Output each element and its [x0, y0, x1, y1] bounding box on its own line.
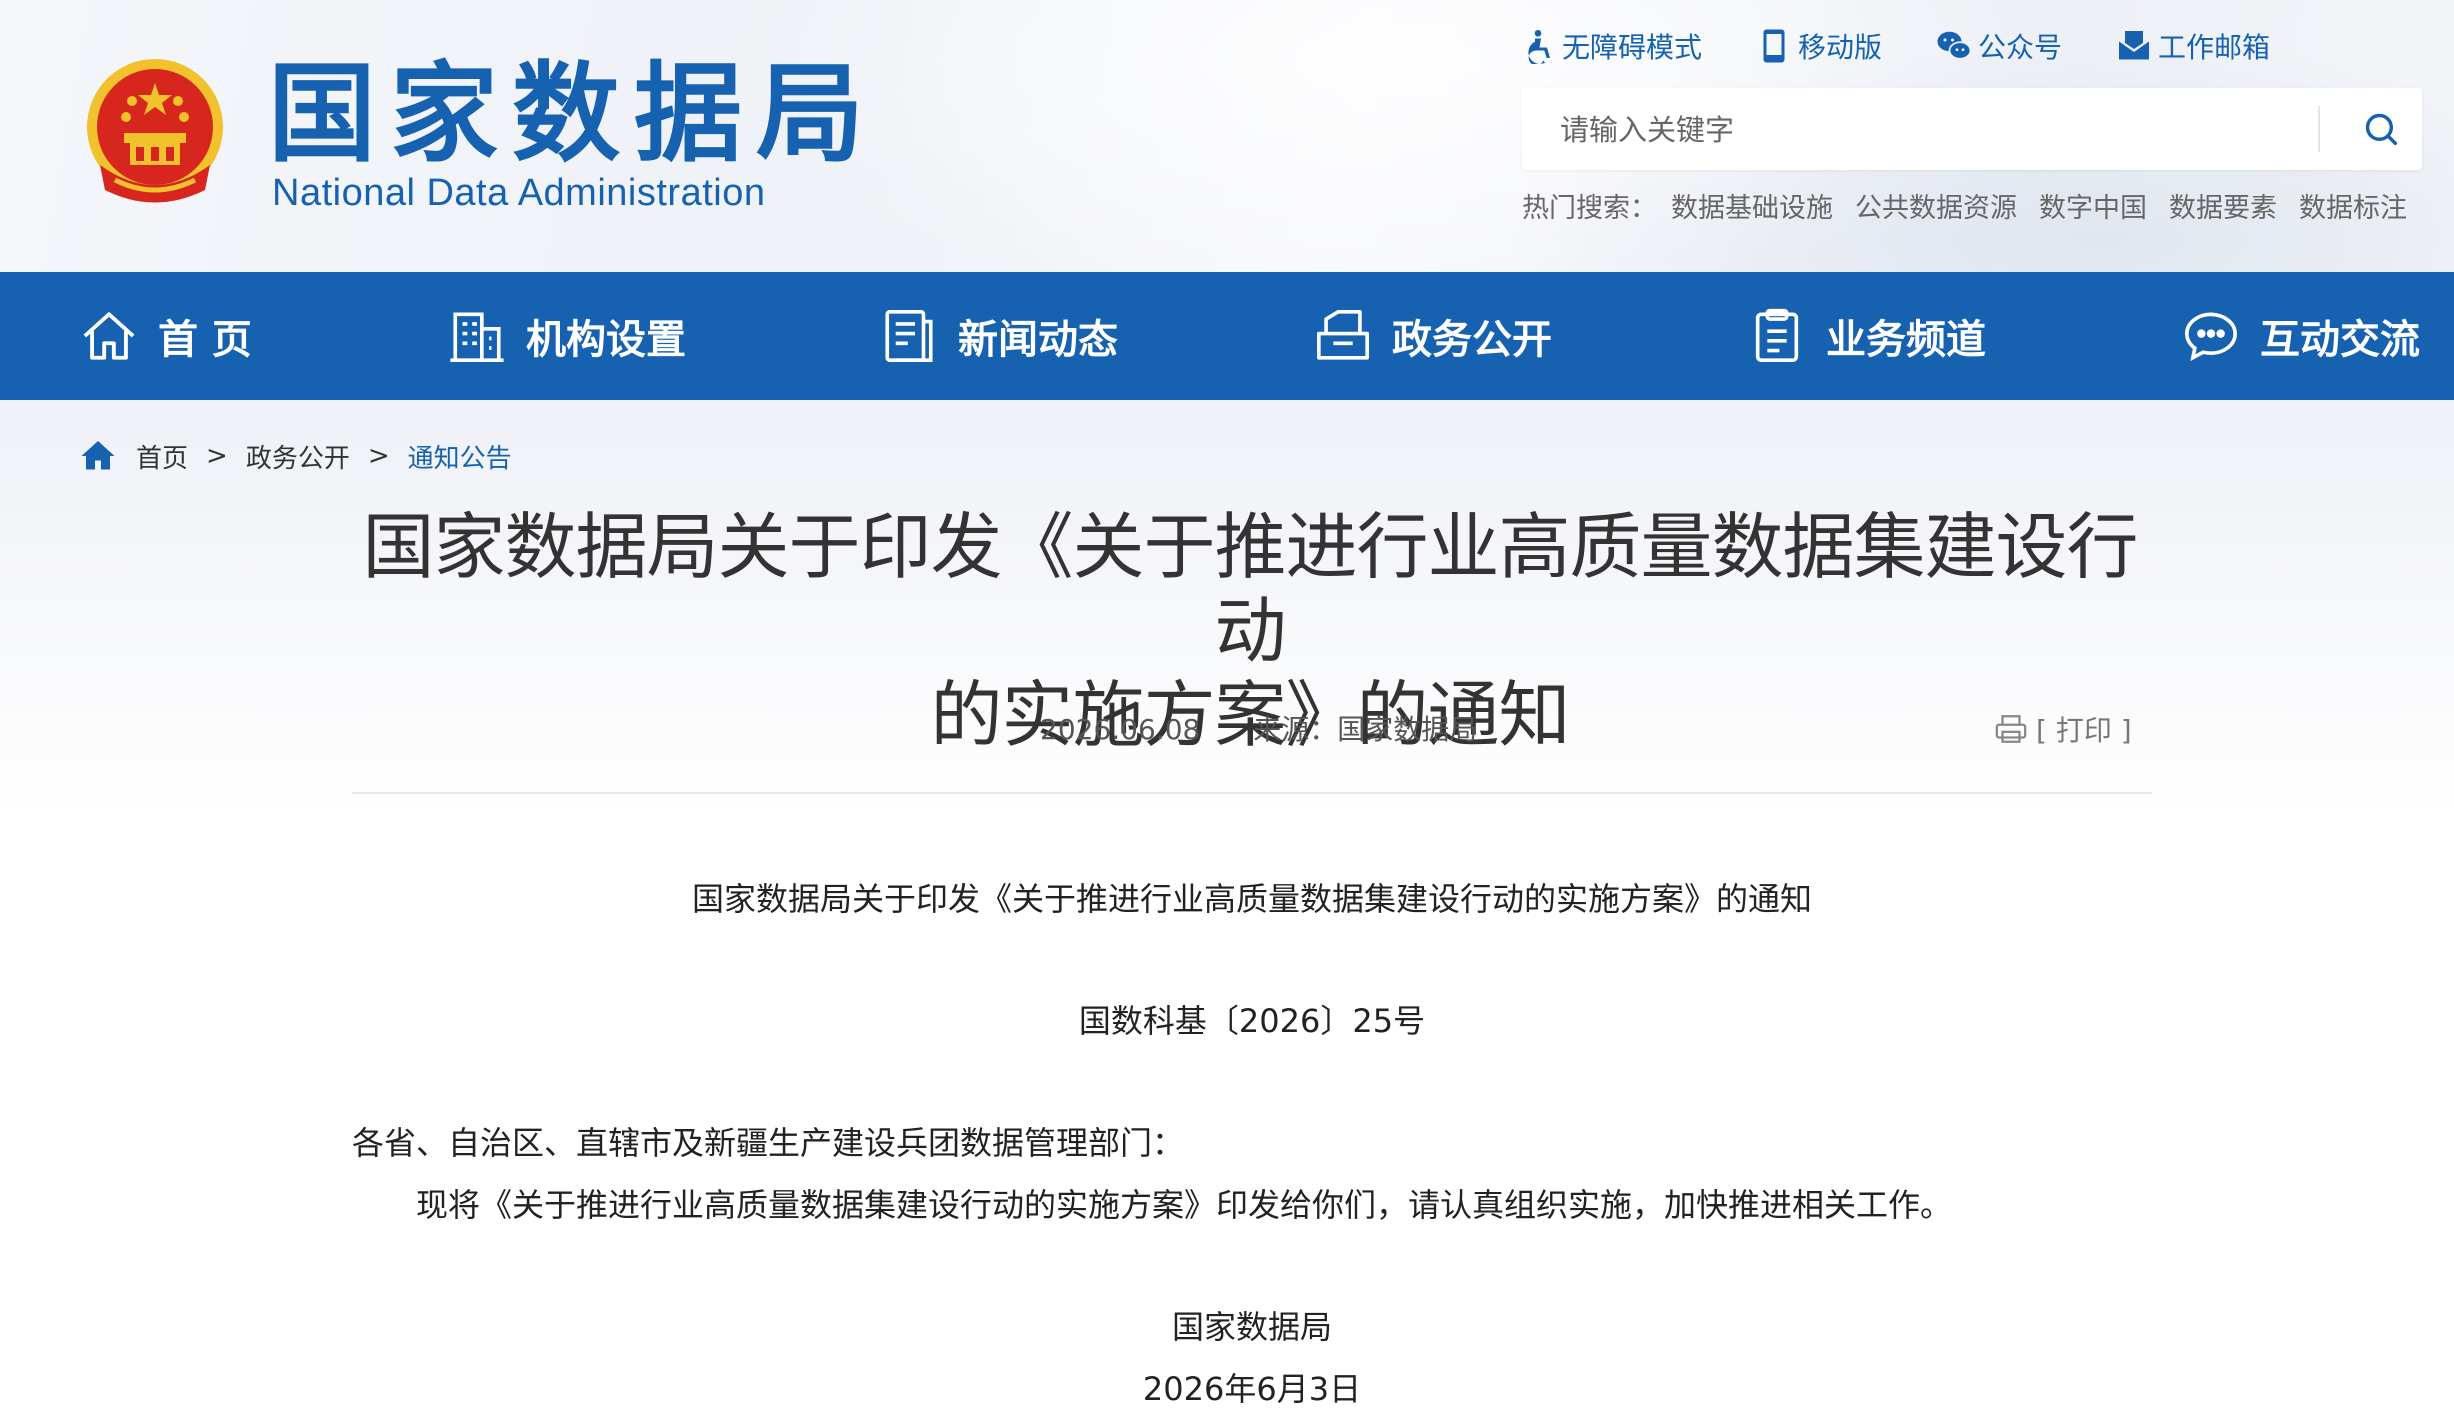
hot-keyword[interactable]: 数据要素 [2169, 186, 2277, 225]
article-meta: 2026.06.08 来源：国家数据局 [1040, 708, 1521, 748]
hot-search: 热门搜索： 数据基础设施 公共数据资源 数字中国 数据要素 数据标注 [1522, 186, 2407, 225]
mobile-version-link[interactable]: 移动版 [1756, 26, 1882, 66]
mobile-icon [1763, 29, 1785, 63]
nav-item-interaction[interactable]: 互动交流 [2182, 272, 2420, 400]
main-nav: 首 页 机构设置 新闻动态 政务公开 业务频道 互动交流 [0, 272, 2454, 400]
nav-item-organization[interactable]: 机构设置 [448, 272, 686, 400]
top-links: 无障碍模式 移动版 公众号 工作邮箱 [1520, 22, 2270, 70]
top-link-label: 公众号 [1978, 31, 2063, 64]
top-link-label: 移动版 [1798, 31, 1883, 64]
breadcrumb-separator: > [367, 441, 390, 471]
chat-icon [2185, 312, 2237, 362]
home-icon [83, 312, 135, 360]
site-logo-chinese[interactable]: 国家数据局 [268, 55, 878, 175]
breadcrumb-separator: > [206, 441, 228, 471]
breadcrumb: 首页 > 政务公开 > 通知公告 [80, 434, 512, 478]
nav-label: 新闻动态 [958, 317, 1118, 363]
nav-label: 首 页 [158, 317, 252, 363]
news-icon [885, 310, 933, 362]
hot-search-label: 热门搜索： [1522, 193, 1657, 224]
document-subtitle: 国家数据局关于印发《关于推进行业高质量数据集建设行动的实施方案》的通知 [691, 880, 1812, 918]
document-addressee: 各省、自治区、直辖市及新疆生产建设兵团数据管理部门： [352, 1124, 1185, 1162]
breadcrumb-open-affairs[interactable]: 政务公开 [246, 438, 350, 475]
breadcrumb-home[interactable]: 首页 [136, 438, 188, 475]
hot-keyword[interactable]: 数字中国 [2039, 186, 2147, 225]
document-sign-date: 2026年6月3日 [1142, 1370, 1362, 1408]
print-button[interactable]: [ 打印 ] [1994, 708, 2132, 750]
document-signature: 国家数据局 [1171, 1308, 1332, 1346]
search-divider [2318, 106, 2320, 152]
search-button[interactable] [2340, 88, 2422, 170]
top-link-label: 工作邮箱 [2158, 31, 2271, 64]
print-label: [ 打印 ] [2036, 714, 2132, 747]
accessibility-icon [1528, 29, 1550, 64]
wechat-icon [1937, 31, 1972, 60]
nav-label: 机构设置 [526, 317, 686, 363]
work-mailbox-link[interactable]: 工作邮箱 [2116, 26, 2270, 66]
top-link-label: 无障碍模式 [1562, 31, 1703, 64]
breadcrumb-notices[interactable]: 通知公告 [408, 438, 512, 475]
search-box [1522, 88, 2422, 172]
site-header: 国家数据局 National Data Administration 无障碍模式… [0, 0, 2454, 272]
article-title-line1: 国家数据局关于印发《关于推进行业高质量数据集建设行动 [362, 505, 2138, 673]
document-number: 国数科基〔2026〕25号 [1078, 1002, 1426, 1040]
hot-keyword[interactable]: 数据基础设施 [1671, 186, 1833, 225]
clipboard-icon [1755, 308, 1799, 362]
printer-icon [1995, 715, 2027, 743]
building-icon [450, 312, 504, 362]
hot-keyword[interactable]: 公共数据资源 [1855, 186, 2017, 225]
national-emblem-icon [87, 59, 223, 203]
article-divider [352, 792, 2152, 794]
search-icon [2365, 113, 2397, 145]
home-icon [81, 441, 115, 470]
nav-item-open-affairs[interactable]: 政务公开 [1314, 272, 1552, 400]
nav-label: 互动交流 [2260, 317, 2420, 363]
site-logo-english[interactable]: National Data Administration [272, 172, 765, 215]
document-body: 现将《关于推进行业高质量数据集建设行动的实施方案》印发给你们，请认真组织实施，加… [416, 1186, 1953, 1224]
accessibility-mode-link[interactable]: 无障碍模式 [1520, 26, 1702, 66]
search-input[interactable] [1558, 88, 2322, 172]
nav-item-home[interactable]: 首 页 [80, 272, 252, 400]
article-source: 来源：国家数据局 [1253, 713, 1478, 746]
open-affairs-icon [1317, 310, 1369, 360]
nav-label: 业务频道 [1826, 317, 1986, 363]
nav-label: 政务公开 [1392, 317, 1552, 363]
publish-date: 2026.06.08 [1040, 713, 1201, 746]
wechat-account-link[interactable]: 公众号 [1936, 26, 2062, 66]
nav-item-news[interactable]: 新闻动态 [880, 272, 1118, 400]
mailbox-icon [2119, 31, 2150, 60]
nav-item-business-channel[interactable]: 业务频道 [1748, 272, 1986, 400]
hot-keyword[interactable]: 数据标注 [2299, 186, 2407, 225]
